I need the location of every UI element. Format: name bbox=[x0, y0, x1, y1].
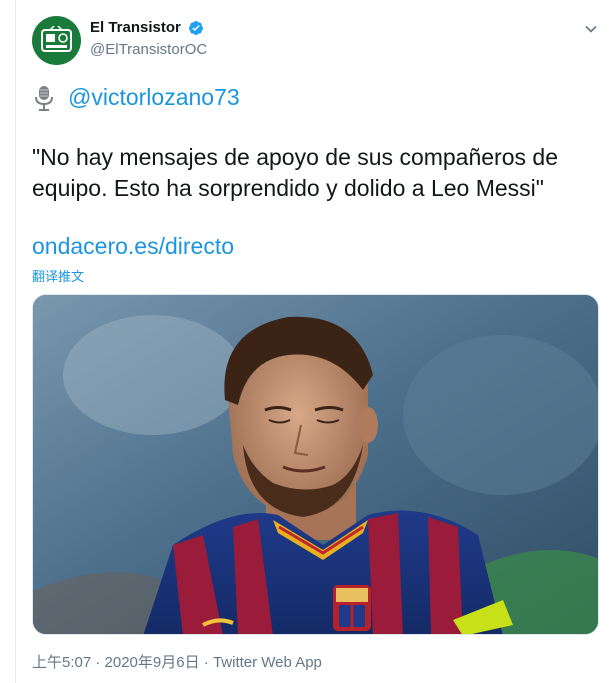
avatar[interactable] bbox=[32, 16, 81, 65]
display-name[interactable]: El Transistor bbox=[90, 18, 181, 38]
chevron-down-icon[interactable] bbox=[584, 22, 598, 36]
external-link[interactable]: ondacero.es/directo bbox=[32, 231, 234, 262]
tweet-quote-text: "No hay mensajes de apoyo de sus compañe… bbox=[32, 144, 558, 201]
author-info: El Transistor @ElTransistorOC bbox=[90, 18, 207, 60]
tweet-timestamp[interactable]: 上午5:07 · 2020年9月6日 bbox=[32, 654, 200, 671]
tweet-card[interactable]: El Transistor @ElTransistorOC @victorloz… bbox=[15, 0, 614, 683]
tweet-source-link[interactable]: Twitter Web App bbox=[213, 654, 322, 671]
studio-microphone-icon bbox=[35, 85, 53, 111]
tweet-metadata: 上午5:07 · 2020年9月6日 · Twitter Web App bbox=[32, 651, 322, 672]
player-photo bbox=[33, 295, 598, 634]
tweet-text-mention-line: @victorlozano73 bbox=[32, 82, 607, 113]
author-handle[interactable]: @ElTransistorOC bbox=[90, 40, 207, 60]
el-transistor-logo-icon bbox=[41, 26, 72, 52]
translate-tweet-link[interactable]: 翻译推文 bbox=[32, 266, 84, 285]
meta-separator: · bbox=[199, 654, 213, 671]
verified-badge-icon bbox=[189, 21, 204, 35]
tweet-header: El Transistor @ElTransistorOC bbox=[32, 16, 602, 68]
mention-link[interactable]: @victorlozano73 bbox=[68, 82, 240, 113]
tweet-media-photo[interactable] bbox=[32, 294, 599, 635]
